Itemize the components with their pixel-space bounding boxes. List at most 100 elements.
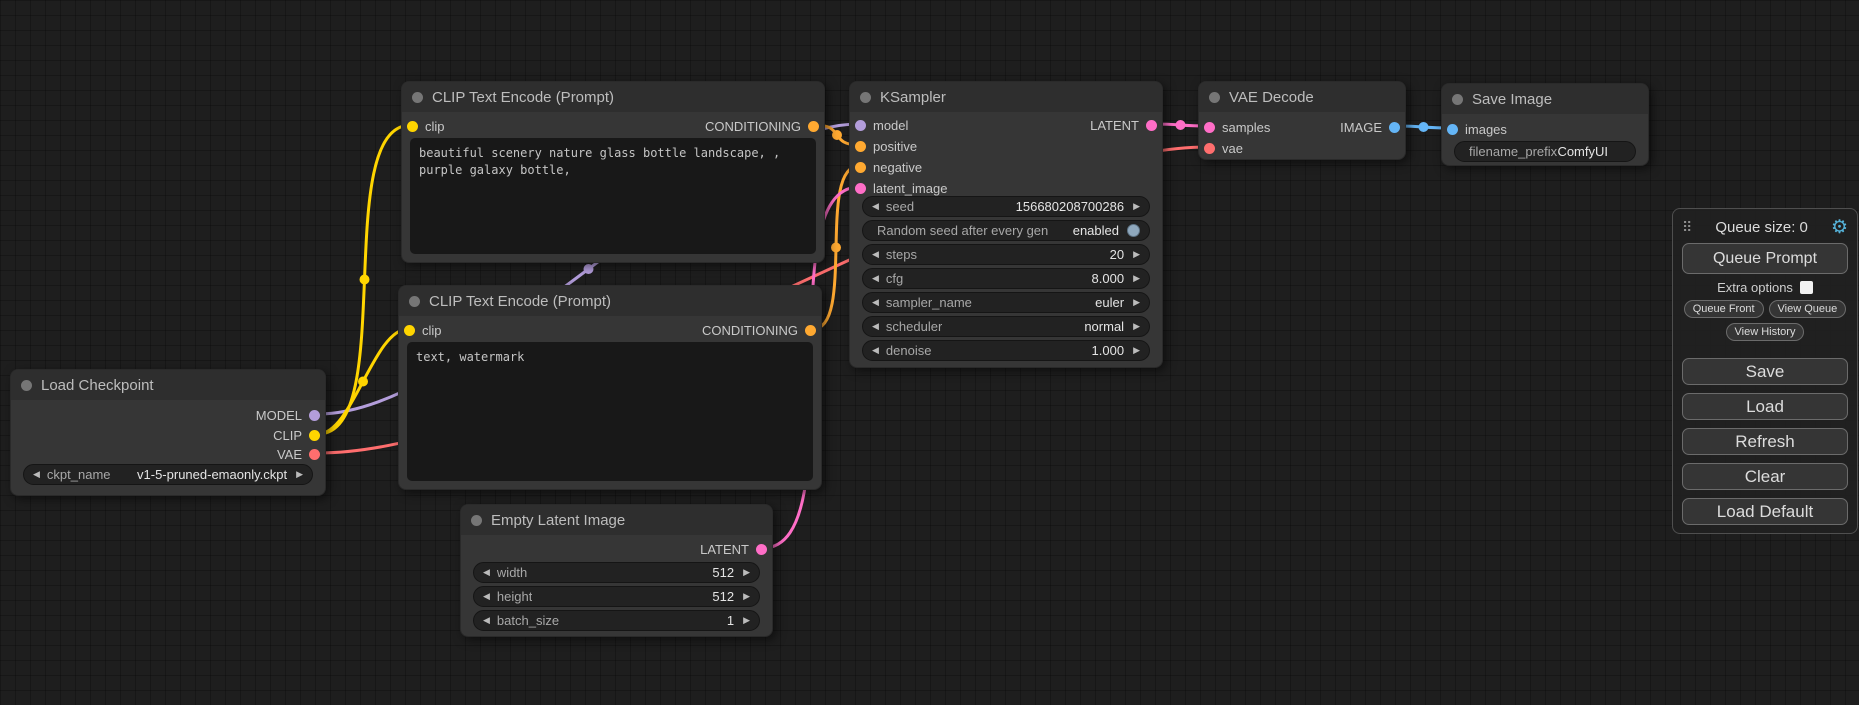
height-widget[interactable]: ◀ height 512 ▶ (473, 586, 760, 607)
denoise-widget[interactable]: ◀ denoise 1.000 ▶ (862, 340, 1150, 361)
negative-prompt-textarea[interactable]: text, watermark (407, 342, 813, 481)
node-title-bar[interactable]: VAE Decode (1199, 82, 1405, 112)
input-slot-vae[interactable]: vae (1204, 140, 1243, 157)
output-slot-clip[interactable]: CLIP (273, 427, 320, 444)
vae-input-dot[interactable] (1204, 143, 1215, 154)
node-ksampler[interactable]: KSampler model positive negative latent_… (849, 81, 1163, 368)
decrement-arrow-icon[interactable]: ◀ (872, 274, 879, 283)
decrement-arrow-icon[interactable]: ◀ (872, 202, 879, 211)
latent-output-dot[interactable] (756, 544, 767, 555)
collapse-icon[interactable] (1452, 94, 1463, 105)
images-input-dot[interactable] (1447, 124, 1458, 135)
seed-widget[interactable]: ◀ seed 156680208700286 ▶ (862, 196, 1150, 217)
output-slot-latent[interactable]: LATENT (700, 541, 767, 558)
latent-image-input-dot[interactable] (855, 183, 866, 194)
view-history-button[interactable]: View History (1726, 323, 1805, 341)
node-title-bar[interactable]: Load Checkpoint (11, 370, 325, 400)
node-clip-text-encode-negative[interactable]: CLIP Text Encode (Prompt) clip CONDITION… (398, 285, 822, 490)
output-slot-latent[interactable]: LATENT (1090, 117, 1157, 134)
input-slot-images[interactable]: images (1447, 121, 1507, 138)
increment-arrow-icon[interactable]: ▶ (1133, 298, 1140, 307)
toggle-dot-icon[interactable] (1127, 224, 1140, 237)
decrement-arrow-icon[interactable]: ◀ (872, 298, 879, 307)
width-widget[interactable]: ◀ width 512 ▶ (473, 562, 760, 583)
increment-arrow-icon[interactable]: ▶ (1133, 274, 1140, 283)
increment-arrow-icon[interactable]: ▶ (1133, 346, 1140, 355)
increment-arrow-icon[interactable]: ▶ (743, 568, 750, 577)
decrement-arrow-icon[interactable]: ◀ (483, 568, 490, 577)
increment-arrow-icon[interactable]: ▶ (1133, 202, 1140, 211)
input-slot-clip[interactable]: clip (407, 118, 445, 135)
output-slot-model[interactable]: MODEL (256, 407, 320, 424)
output-slot-conditioning[interactable]: CONDITIONING (702, 322, 816, 339)
samples-input-dot[interactable] (1204, 122, 1215, 133)
increment-arrow-icon[interactable]: ▶ (743, 616, 750, 625)
node-title-bar[interactable]: CLIP Text Encode (Prompt) (399, 286, 821, 316)
increment-arrow-icon[interactable]: ▶ (296, 470, 303, 479)
conditioning-output-dot[interactable] (808, 121, 819, 132)
settings-gear-icon[interactable]: ⚙ (1831, 218, 1848, 237)
node-title-bar[interactable]: CLIP Text Encode (Prompt) (402, 82, 824, 112)
node-title-bar[interactable]: Empty Latent Image (461, 505, 772, 535)
node-clip-text-encode-positive[interactable]: CLIP Text Encode (Prompt) clip CONDITION… (401, 81, 825, 263)
decrement-arrow-icon[interactable]: ◀ (483, 616, 490, 625)
increment-arrow-icon[interactable]: ▶ (743, 592, 750, 601)
negative-input-dot[interactable] (855, 162, 866, 173)
collapse-icon[interactable] (21, 380, 32, 391)
decrement-arrow-icon[interactable]: ◀ (33, 470, 40, 479)
random-seed-toggle-widget[interactable]: Random seed after every gen enabled (862, 220, 1150, 241)
node-title-bar[interactable]: Save Image (1442, 84, 1648, 114)
collapse-icon[interactable] (412, 92, 423, 103)
input-slot-latent-image[interactable]: latent_image (855, 180, 947, 197)
input-slot-negative[interactable]: negative (855, 159, 922, 176)
clip-input-dot[interactable] (407, 121, 418, 132)
positive-input-dot[interactable] (855, 141, 866, 152)
collapse-icon[interactable] (471, 515, 482, 526)
increment-arrow-icon[interactable]: ▶ (1133, 250, 1140, 259)
collapse-icon[interactable] (1209, 92, 1220, 103)
node-save-image[interactable]: Save Image images filename_prefix ComfyU… (1441, 83, 1649, 166)
filename-prefix-widget[interactable]: filename_prefix ComfyUI (1454, 141, 1636, 162)
output-slot-image[interactable]: IMAGE (1340, 119, 1400, 136)
scheduler-widget[interactable]: ◀ scheduler normal ▶ (862, 316, 1150, 337)
input-slot-samples[interactable]: samples (1204, 119, 1270, 136)
conditioning-output-dot[interactable] (805, 325, 816, 336)
latent-output-dot[interactable] (1146, 120, 1157, 131)
queue-front-button[interactable]: Queue Front (1684, 300, 1764, 318)
decrement-arrow-icon[interactable]: ◀ (483, 592, 490, 601)
input-slot-clip[interactable]: clip (404, 322, 442, 339)
decrement-arrow-icon[interactable]: ◀ (872, 250, 879, 259)
input-slot-positive[interactable]: positive (855, 138, 917, 155)
image-output-dot[interactable] (1389, 122, 1400, 133)
sampler-name-widget[interactable]: ◀ sampler_name euler ▶ (862, 292, 1150, 313)
steps-widget[interactable]: ◀ steps 20 ▶ (862, 244, 1150, 265)
save-button[interactable]: Save (1682, 358, 1848, 385)
extra-options-checkbox[interactable] (1800, 281, 1813, 294)
output-slot-conditioning[interactable]: CONDITIONING (705, 118, 819, 135)
model-input-dot[interactable] (855, 120, 866, 131)
clip-output-dot[interactable] (309, 430, 320, 441)
view-queue-button[interactable]: View Queue (1769, 300, 1847, 318)
node-load-checkpoint[interactable]: Load Checkpoint MODEL CLIP VAE ◀ ckpt_na… (10, 369, 326, 496)
load-button[interactable]: Load (1682, 393, 1848, 420)
cfg-widget[interactable]: ◀ cfg 8.000 ▶ (862, 268, 1150, 289)
clip-input-dot[interactable] (404, 325, 415, 336)
collapse-icon[interactable] (860, 92, 871, 103)
positive-prompt-textarea[interactable]: beautiful scenery nature glass bottle la… (410, 138, 816, 254)
load-default-button[interactable]: Load Default (1682, 498, 1848, 525)
model-output-dot[interactable] (309, 410, 320, 421)
decrement-arrow-icon[interactable]: ◀ (872, 322, 879, 331)
input-slot-model[interactable]: model (855, 117, 908, 134)
node-empty-latent-image[interactable]: Empty Latent Image LATENT ◀ width 512 ▶ … (460, 504, 773, 637)
ckpt-name-widget[interactable]: ◀ ckpt_name v1-5-pruned-emaonly.ckpt ▶ (23, 464, 313, 485)
decrement-arrow-icon[interactable]: ◀ (872, 346, 879, 355)
batch-size-widget[interactable]: ◀ batch_size 1 ▶ (473, 610, 760, 631)
output-slot-vae[interactable]: VAE (277, 446, 320, 463)
increment-arrow-icon[interactable]: ▶ (1133, 322, 1140, 331)
vae-output-dot[interactable] (309, 449, 320, 460)
node-vae-decode[interactable]: VAE Decode samples vae IMAGE (1198, 81, 1406, 160)
refresh-button[interactable]: Refresh (1682, 428, 1848, 455)
drag-handle-icon[interactable]: ⠿ (1682, 219, 1692, 236)
node-title-bar[interactable]: KSampler (850, 82, 1162, 112)
queue-prompt-button[interactable]: Queue Prompt (1682, 243, 1848, 274)
